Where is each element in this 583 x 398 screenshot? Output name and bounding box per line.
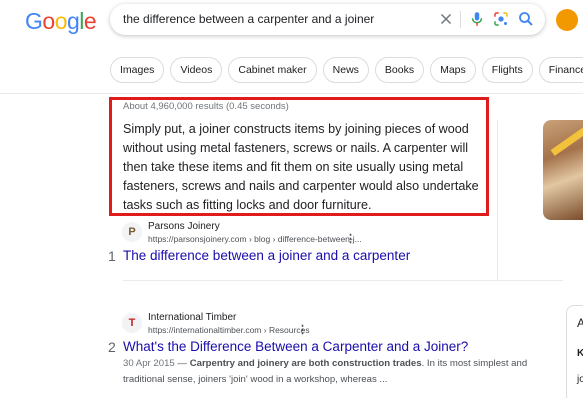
side-knowledge-panel[interactable]: A K jo xyxy=(566,305,583,398)
panel-letter: K xyxy=(577,348,583,359)
microphone-icon[interactable] xyxy=(468,10,486,28)
highlight-box xyxy=(109,97,489,216)
result-rank: 1 xyxy=(108,248,116,264)
more-options-icon[interactable]: ⋮ xyxy=(297,323,308,336)
pencil-shape xyxy=(550,127,583,156)
search-input[interactable]: the difference between a carpenter and a… xyxy=(123,12,374,26)
chip-images[interactable]: Images xyxy=(110,57,165,83)
logo-letter: e xyxy=(83,8,97,34)
search-results-page: Google the difference between a carpente… xyxy=(0,0,583,398)
result-date: 30 Apr 2015 xyxy=(123,358,175,369)
chip-videos[interactable]: Videos xyxy=(170,57,223,83)
search-box[interactable]: the difference between a carpenter and a… xyxy=(110,4,545,35)
logo-letter: o xyxy=(54,8,68,34)
logo-letter: G xyxy=(25,8,43,34)
logo-letter: g xyxy=(66,8,80,34)
panel-letter: jo xyxy=(577,374,583,385)
lens-icon[interactable] xyxy=(492,10,510,28)
search-divider xyxy=(460,11,461,28)
panel-letter: A xyxy=(577,316,583,330)
chip-maps[interactable]: Maps xyxy=(430,57,476,83)
result-rank: 2 xyxy=(108,339,116,355)
header-divider xyxy=(0,93,583,94)
chip-flights[interactable]: Flights xyxy=(481,57,533,83)
account-avatar[interactable] xyxy=(556,9,578,31)
chip-finance[interactable]: Finance xyxy=(538,57,583,83)
filter-chips: Images Videos Cabinet maker News Books M… xyxy=(110,57,583,83)
result-url[interactable]: https://internationaltimber.com › Resour… xyxy=(148,325,310,335)
more-options-icon[interactable]: ⋮ xyxy=(345,232,356,245)
search-icon[interactable] xyxy=(517,10,535,28)
close-icon[interactable] xyxy=(437,10,455,28)
international-timber-favicon[interactable]: T xyxy=(122,313,142,333)
chip-cabinet-maker[interactable]: Cabinet maker xyxy=(228,57,317,83)
result-description: 30 Apr 2015 — Carpentry and joinery are … xyxy=(123,358,528,385)
parsons-favicon[interactable]: P xyxy=(122,222,142,242)
chip-news[interactable]: News xyxy=(322,57,369,83)
result-site-name[interactable]: Parsons Joinery xyxy=(148,221,220,232)
result-url[interactable]: https://parsonsjoinery.com › blog › diff… xyxy=(148,234,362,244)
result-site-name[interactable]: International Timber xyxy=(148,312,236,323)
result-title-link[interactable]: The difference between a joiner and a ca… xyxy=(123,248,410,263)
google-logo[interactable]: Google xyxy=(25,8,97,35)
chip-books[interactable]: Books xyxy=(374,57,425,83)
result-title-link[interactable]: What's the Difference Between a Carpente… xyxy=(123,339,468,354)
logo-letter: o xyxy=(42,8,55,34)
featured-snippet-image[interactable] xyxy=(543,120,583,220)
snippet-divider xyxy=(497,120,498,280)
result-desc-bold: Carpentry and joinery are both construct… xyxy=(189,358,422,369)
result-separator xyxy=(123,280,563,281)
